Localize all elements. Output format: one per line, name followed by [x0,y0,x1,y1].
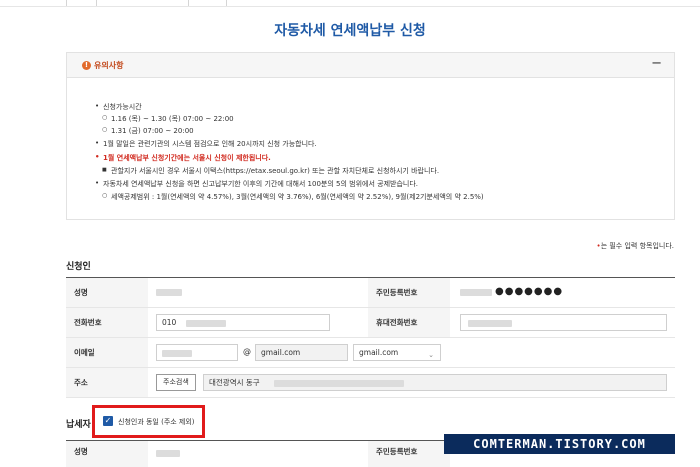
taxpayer-rrn-label: 주민등록번호 [368,441,450,467]
page-title: 자동차세 연세액납부 신청 [274,23,426,39]
top-nav-strip [0,0,700,7]
notice-panel: ! 유의사항 − 신청가능시간 1.16 (목) ~ 1.30 (목) 07:0… [66,52,675,220]
chevron-down-icon: ⌄ [428,351,434,359]
address-detail-redacted [274,380,404,387]
email-domain-input[interactable]: gmail.com [255,344,348,361]
form-row-name: 성명 주민등록번호 ●●●●●●● [66,278,675,308]
phone-label: 전화번호 [66,308,148,337]
email-domain-select[interactable]: gmail.com ⌄ [353,344,441,361]
name-label: 성명 [66,278,148,307]
collapse-icon[interactable]: − [651,56,662,71]
address-search-button[interactable]: 주소검색 [156,374,196,391]
rrn-cell: ●●●●●●● [450,278,675,307]
taxpayer-section-title: 납세자 [66,420,91,430]
same-as-applicant-highlight: ✓ 신청인과 동일 (주소 제외) [92,405,205,438]
mobile-label: 휴대전화번호 [368,308,450,337]
phone-prefix: 010 [162,318,177,327]
same-as-applicant-label[interactable]: 신청인과 동일 (주소 제외) [118,417,195,427]
nav-bottom-border [0,6,700,7]
email-select-value: gmail.com [359,348,399,357]
notice-subitem: 관할지가 서울시인 경우 서울시 이택스(https://etax.seoul.… [102,166,439,176]
notice-item: 1월 말일은 관련기관의 시스템 점검으로 인해 20시까지 신청 가능합니다. [95,139,317,149]
notice-subitem: 세액공제범위 : 1월(연세액의 약 4.57%), 3월(연세액의 약 3.7… [102,192,484,202]
taxpayer-name-redacted [156,450,180,457]
email-at-sign: @ [243,347,251,356]
phone-number-redacted [186,320,226,327]
rrn-label: 주민등록번호 [368,278,450,307]
address-value: 대전광역시 동구 [209,378,260,387]
rrn-front-redacted [460,289,492,296]
notice-title: 유의사항 [94,61,124,70]
notice-item: 자동차세 연세액납부 신청을 하면 신고납부기한 이후의 기간에 대해서 100… [95,179,418,189]
notice-item: 신청가능시간 [95,102,142,112]
address-input[interactable]: 대전광역시 동구 [203,374,667,391]
checkbox-checked-icon[interactable]: ✓ [103,416,113,426]
taxpayer-name-cell [148,441,368,467]
email-id-redacted [162,350,192,357]
phone-cell: 010 [148,308,368,337]
mobile-number-redacted [468,320,512,327]
rrn-back-masked: ●●●●●●● [495,286,564,297]
notice-subitem: 1.31 (금) 07:00 ~ 20:00 [102,126,194,136]
name-cell [148,278,368,307]
required-note: •는 필수 입력 항목입니다. [597,241,674,251]
notice-header[interactable]: ! 유의사항 − [67,53,674,78]
watermark-banner: COMTERMAN.TISTORY.COM [444,434,675,454]
address-cell: 주소검색 대전광역시 동구 [148,368,675,397]
taxpayer-name-label: 성명 [66,441,148,467]
form-row-address: 주소 주소검색 대전광역시 동구 [66,368,675,398]
address-label: 주소 [66,368,148,397]
applicant-section-title: 신청인 [66,262,91,272]
notice-item-warning: 1월 연세액납부 신청기간에는 서울시 신청이 제한됩니다. [95,153,271,163]
form-row-email: 이메일 @ gmail.com gmail.com ⌄ [66,338,675,368]
notice-body: 신청가능시간 1.16 (목) ~ 1.30 (목) 07:00 ~ 22:00… [67,78,674,219]
notice-subitem: 1.16 (목) ~ 1.30 (목) 07:00 ~ 22:00 [102,114,234,124]
name-value-redacted [156,289,182,296]
email-cell: @ gmail.com gmail.com ⌄ [148,338,675,367]
form-row-phone: 전화번호 010 휴대전화번호 [66,308,675,338]
mobile-cell [450,308,675,337]
email-label: 이메일 [66,338,148,367]
required-text: 는 필수 입력 항목입니다. [600,242,674,250]
phone-input[interactable]: 010 [156,314,330,331]
warning-icon: ! [82,61,91,70]
